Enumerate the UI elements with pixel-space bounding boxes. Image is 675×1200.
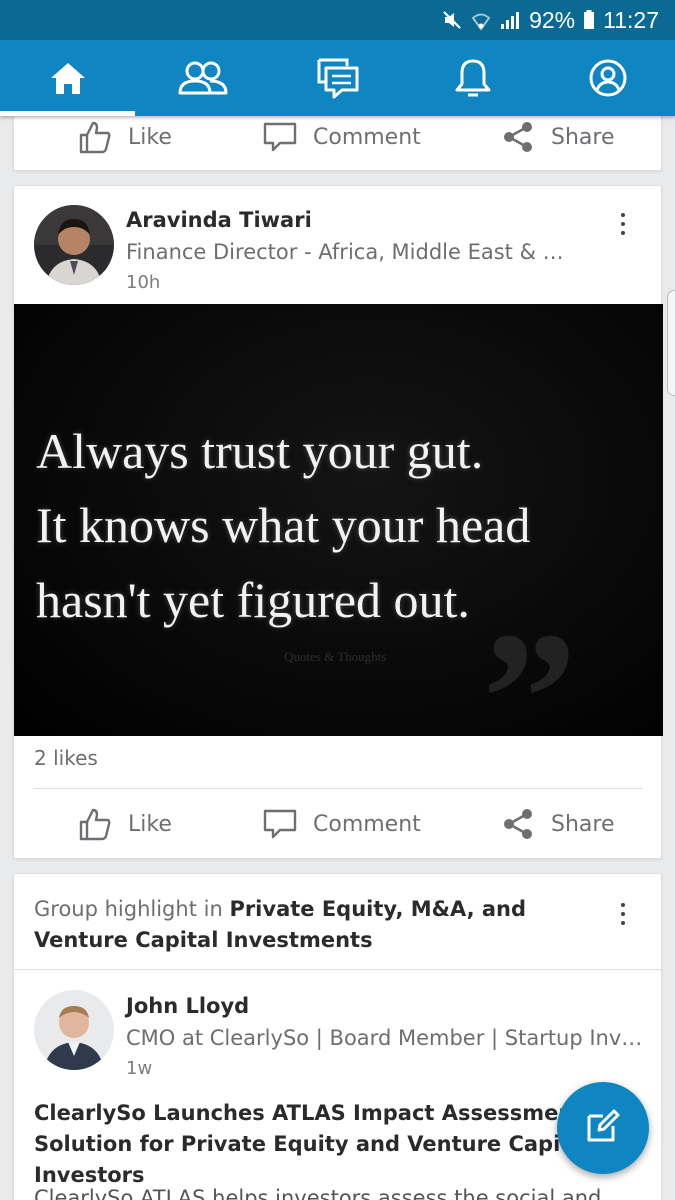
post-time: 10h (126, 272, 161, 293)
battery-icon (583, 9, 595, 31)
like-button[interactable]: Like (78, 789, 172, 859)
people-icon (177, 60, 229, 96)
comment-label: Comment (313, 124, 421, 150)
group-highlight-header: Group highlight in Private Equity, M&A, … (34, 894, 594, 956)
bell-icon (454, 58, 492, 98)
likes-count[interactable]: 2 likes (34, 746, 98, 770)
scrollbar-thumb[interactable] (667, 290, 675, 396)
share-label: Share (551, 124, 615, 150)
author-headline: Finance Director - Africa, Middle East &… (126, 240, 576, 264)
avatar[interactable] (34, 205, 114, 285)
quote-line-2: It knows what your head (36, 497, 531, 553)
share-button[interactable]: Share (501, 789, 615, 859)
post-image[interactable]: Always trust your gut. It knows what you… (14, 304, 663, 736)
more-options-icon[interactable] (611, 207, 635, 241)
group-highlight-prefix: Group highlight in (34, 897, 230, 921)
clock: 11:27 (603, 6, 659, 33)
image-watermark: Quotes & Thoughts (284, 649, 387, 664)
quote-line-3: hasn't yet figured out. (36, 572, 470, 628)
quote-line-1: Always trust your gut. (36, 423, 484, 479)
status-bar: 92% 11:27 (0, 0, 675, 40)
nav-me[interactable] (540, 40, 675, 116)
nav-messaging[interactable] (270, 40, 405, 116)
comment-icon (263, 122, 297, 152)
author-name[interactable]: Aravinda Tiwari (126, 208, 312, 232)
profile-icon (588, 58, 628, 98)
post-time: 1w (126, 1058, 153, 1079)
top-nav-bar (0, 40, 675, 116)
signal-icon (499, 9, 521, 31)
comment-icon (263, 809, 297, 839)
compose-post-button[interactable] (557, 1082, 649, 1174)
mute-icon (441, 9, 463, 31)
quotation-mark-icon: ” (482, 594, 577, 736)
home-icon (48, 60, 88, 96)
wifi-icon (471, 9, 491, 31)
share-label: Share (551, 811, 615, 837)
nav-notifications[interactable] (405, 40, 540, 116)
divider (14, 969, 663, 970)
article-snippet: ClearlySo ATLAS helps investors assess t… (34, 1186, 602, 1200)
more-options-icon[interactable] (611, 897, 635, 931)
action-row: Like Comment Share (14, 789, 663, 859)
article-title[interactable]: ClearlySo Launches ATLAS Impact Assessme… (34, 1098, 643, 1191)
messages-icon (316, 57, 360, 99)
battery-level: 92% (529, 6, 576, 33)
status-icons: 92% 11:27 (441, 0, 659, 40)
share-icon (501, 120, 535, 154)
author-name[interactable]: John Lloyd (126, 994, 249, 1018)
share-icon (501, 807, 535, 841)
feed-card-post: Aravinda Tiwari Finance Director - Afric… (13, 185, 663, 859)
avatar[interactable] (34, 990, 114, 1070)
thumbs-up-icon (78, 120, 112, 154)
comment-label: Comment (313, 811, 421, 837)
like-label: Like (128, 124, 172, 150)
thumbs-up-icon (78, 807, 112, 841)
author-headline: CMO at ClearlySo | Board Member | Startu… (126, 1026, 651, 1050)
like-label: Like (128, 811, 172, 837)
nav-home[interactable] (0, 40, 135, 116)
comment-button[interactable]: Comment (263, 789, 421, 859)
edit-icon (585, 1108, 621, 1148)
nav-my-network[interactable] (135, 40, 270, 116)
